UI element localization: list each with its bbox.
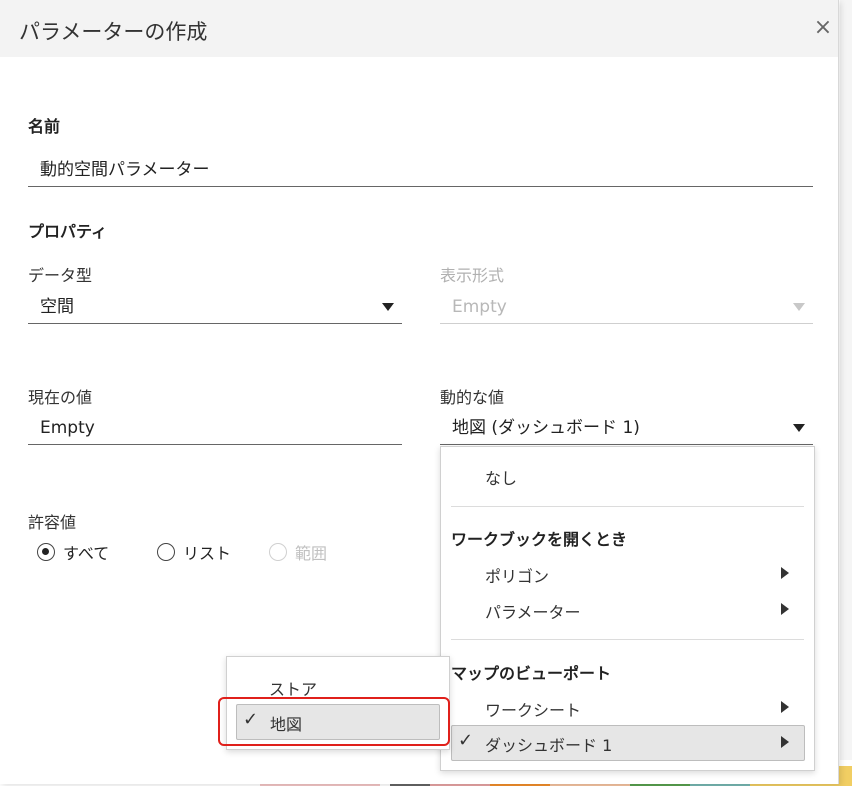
dynamic-value-label: 動的な値 [440, 388, 505, 407]
dynamic-value-select[interactable]: 地図 (ダッシュボード 1) [440, 411, 813, 445]
radio-checked-icon [37, 543, 55, 561]
menu-item-parameter[interactable]: パラメーター [485, 599, 581, 623]
check-icon: ✓ [458, 730, 474, 751]
chevron-right-icon [781, 701, 789, 713]
radio-unchecked-icon [157, 543, 175, 561]
dynamic-value-menu: なし ワークブックを開くとき ポリゴン パラメーター マップのビューポート ワー… [440, 446, 815, 771]
menu-item-none[interactable]: なし [485, 465, 517, 489]
menu-separator [451, 639, 804, 640]
data-type-select[interactable]: 空間 [28, 290, 402, 324]
display-format-select: Empty [440, 290, 813, 324]
current-value-select[interactable]: Empty [28, 411, 402, 445]
dialog-title: パラメーターの作成 [19, 20, 208, 44]
radio-all[interactable]: すべて [37, 540, 109, 564]
menu-section-workbook-open: ワークブックを開くとき [451, 530, 628, 549]
name-section-label: 名前 [28, 117, 61, 136]
radio-range-label: 範囲 [295, 544, 328, 563]
radio-range: 範囲 [269, 540, 327, 564]
name-input[interactable]: 動的空間パラメーター [28, 153, 813, 187]
chevron-down-icon [793, 424, 805, 432]
display-format-label: 表示形式 [440, 266, 505, 285]
allowable-values-label: 許容値 [28, 513, 77, 532]
menu-separator [451, 506, 804, 507]
radio-all-label: すべて [63, 544, 110, 563]
chevron-down-icon [382, 303, 394, 311]
menu-item-worksheet[interactable]: ワークシート [485, 697, 581, 721]
menu-item-dashboard-label: ダッシュボード 1 [485, 736, 613, 755]
chevron-down-icon [793, 303, 805, 311]
chevron-right-icon [781, 567, 789, 579]
radio-list[interactable]: リスト [157, 540, 231, 564]
display-format-value: Empty [452, 297, 507, 317]
chevron-right-icon [781, 603, 789, 615]
radio-list-label: リスト [183, 544, 232, 563]
menu-item-polygon[interactable]: ポリゴン [485, 563, 549, 587]
highlight-box [218, 697, 450, 746]
data-type-label: データ型 [28, 266, 93, 285]
current-value-label: 現在の値 [28, 388, 93, 407]
properties-section-label: プロパティ [28, 222, 108, 241]
menu-item-dashboard[interactable]: ✓ ダッシュボード 1 [451, 725, 805, 761]
chevron-right-icon [781, 736, 789, 748]
dialog-titlebar: パラメーターの作成 × [0, 0, 838, 57]
radio-disabled-icon [269, 543, 287, 561]
data-type-value: 空間 [40, 297, 74, 317]
background-panel [840, 0, 852, 760]
close-icon[interactable]: × [811, 16, 835, 40]
dynamic-value-text: 地図 (ダッシュボード 1) [452, 418, 640, 438]
menu-section-map-viewport: マップのビューポート [451, 664, 612, 683]
